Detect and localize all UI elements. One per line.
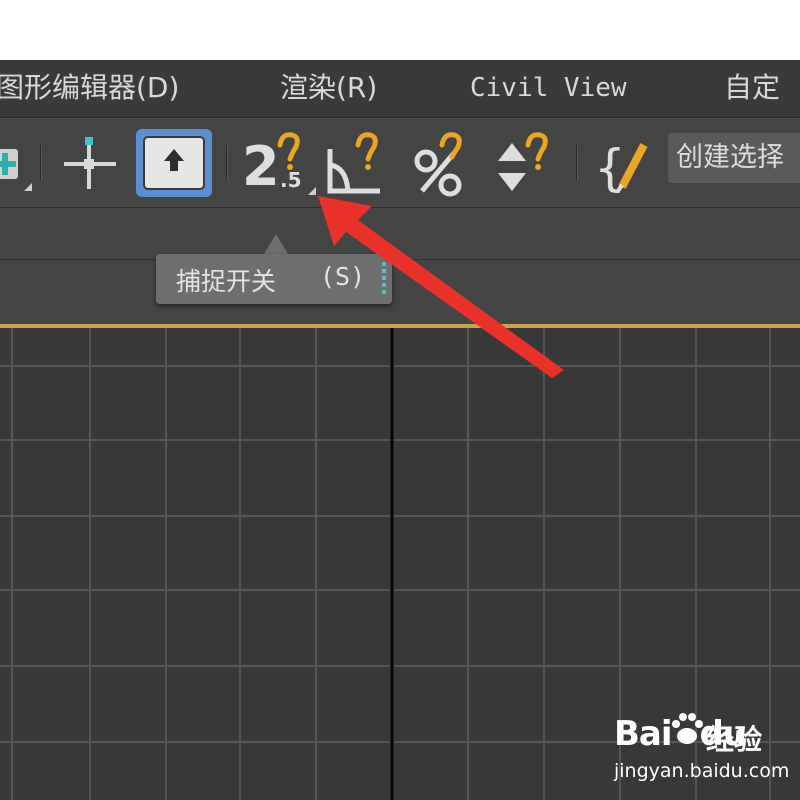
watermark-url: jingyan.baidu.com — [614, 760, 790, 782]
select-arrow-icon — [136, 129, 212, 197]
edit-named-selection-button[interactable]: { — [592, 129, 662, 197]
angle-snap-icon — [327, 132, 380, 194]
paw-icon — [672, 713, 703, 744]
svg-text:.5: .5 — [280, 168, 302, 192]
move-axis-icon — [64, 137, 116, 189]
create-selection-set-dropdown[interactable]: 创建选择 — [668, 133, 800, 183]
tooltip-label: 捕捉开关 — [176, 267, 277, 296]
named-selection-icon: { — [594, 139, 648, 197]
percent-snap-icon — [414, 132, 462, 197]
tooltip-tail — [264, 234, 288, 254]
toolbar-separator — [226, 145, 228, 181]
main-toolbar: 2 .5 {创建选择 — [0, 118, 800, 208]
top-margin — [0, 0, 800, 60]
svg-text:2: 2 — [242, 135, 280, 197]
snap-2-5d-icon: 2 .5 — [242, 132, 316, 198]
menu-customize[interactable]: 自定 — [724, 70, 780, 106]
spinner-snap-icon — [498, 132, 548, 191]
menu-civil-view[interactable]: Civil View — [470, 70, 627, 106]
tooltip-shortcut: (S) — [320, 262, 366, 291]
select-and-move-button[interactable] — [58, 129, 122, 197]
snap-tooltip: 捕捉开关 (S) — [156, 254, 392, 304]
menu-graph-editors[interactable]: 图形编辑器(D) — [0, 70, 179, 106]
toolbar-separator — [576, 145, 578, 181]
link-plus-icon — [0, 149, 32, 191]
toolbar-separator — [40, 145, 42, 181]
angle-snap-button[interactable] — [322, 129, 392, 197]
watermark-cn: 经验 — [706, 723, 763, 756]
spinner-snap-button[interactable] — [492, 129, 562, 197]
ribbon-panel — [0, 260, 800, 324]
tooltip-grip — [382, 262, 386, 296]
ribbon-bar — [0, 208, 800, 260]
snap-toggle-button[interactable]: 2 .5 — [240, 129, 318, 198]
select-object-button[interactable] — [134, 129, 214, 197]
baidu-watermark: Bai du 经验 jingyan.baidu.com — [614, 713, 789, 794]
menu-rendering[interactable]: 渲染(R) — [280, 70, 377, 106]
link-button[interactable] — [0, 129, 34, 197]
percent-snap-button[interactable] — [408, 129, 478, 197]
menu-bar: 图形编辑器(D) 渲染(R) Civil View 自定 — [0, 60, 800, 118]
